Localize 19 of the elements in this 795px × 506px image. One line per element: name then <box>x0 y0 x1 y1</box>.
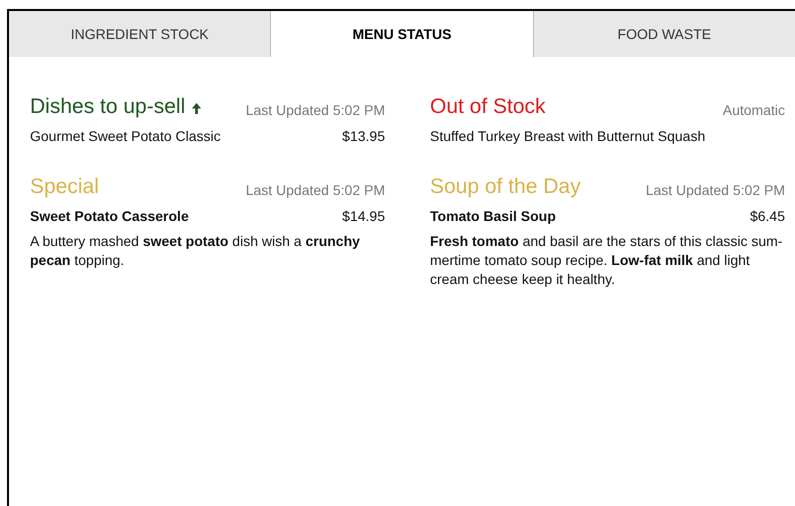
section-title: Soup of the Day <box>430 175 581 199</box>
dish-price: $13.95 <box>342 128 385 144</box>
dish-name: Gourmet Sweet Potato Classic <box>30 128 221 144</box>
section-title: Dishes to up-sell <box>30 95 186 119</box>
dish-price: $14.95 <box>342 208 385 224</box>
tab[interactable]: FOOD WASTE <box>532 11 795 57</box>
dish-description: Fresh tomato and basil are the stars of this classic sum-mertime tomato soup recipe. Low-fat milk and light cream cheese keep it healthy. <box>430 232 784 289</box>
dish-price: $6.45 <box>750 208 785 224</box>
dish-name: Tomato Basil Soup <box>430 208 556 224</box>
update-time: Last Updated 5:02 PM <box>646 181 785 198</box>
update-time: Automatic <box>722 101 785 118</box>
update-time: Last Updated 5:02 PM <box>246 181 385 198</box>
dish-name: Stuffed Turkey Breast with Butternut Squash <box>430 128 706 144</box>
tab[interactable]: INGREDIENT STOCK <box>9 11 270 57</box>
update-time: Last Updated 5:02 PM <box>246 101 385 118</box>
dish-description: A buttery mashed sweet potato dish wish a crunchy pecan topping. <box>30 232 361 270</box>
dish-name: Sweet Potato Casserole <box>30 208 189 224</box>
section-title: Special <box>30 175 99 199</box>
section-title: Out of Stock <box>430 95 546 119</box>
